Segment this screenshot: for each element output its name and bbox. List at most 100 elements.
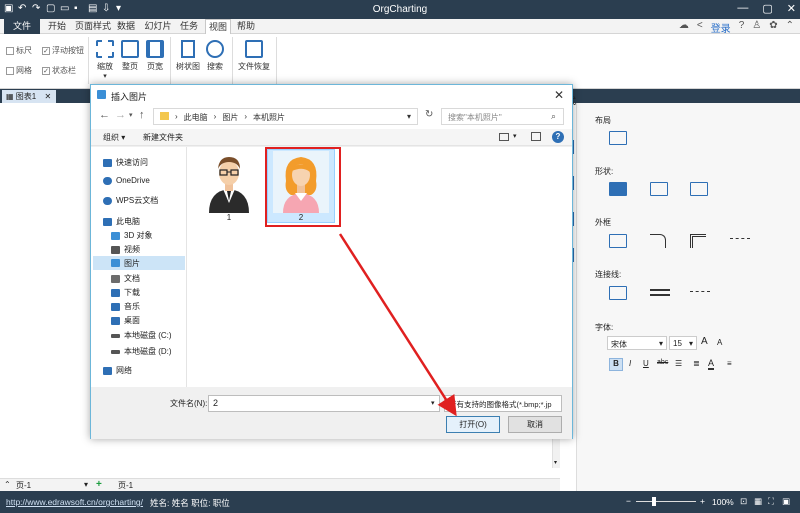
font-shrink-icon[interactable]: A [717, 338, 722, 347]
checkbox-box[interactable]: ✓ [42, 46, 50, 55]
share-icon[interactable]: < [697, 20, 703, 35]
connector-color-icon[interactable] [609, 286, 627, 300]
fullscreen-icon[interactable]: ⛶ [768, 496, 774, 507]
sidebar-item-music[interactable]: 音乐 [111, 301, 140, 312]
add-page-icon[interactable]: + [96, 479, 102, 490]
sidebar-item-quick-access[interactable]: 快速访问 [103, 157, 148, 168]
doc-tab[interactable]: ▦ 图表1 ✕ [2, 90, 56, 103]
filetype-select[interactable]: 所有支持的图像格式(*.bmp;*.jp [444, 395, 562, 412]
corner-round-icon[interactable] [650, 234, 666, 248]
zoom-in-icon[interactable]: + [700, 496, 705, 506]
close-icon[interactable]: ✕ [787, 2, 796, 15]
zoom-slider-track[interactable] [636, 501, 696, 502]
maximize-icon[interactable]: ▢ [762, 2, 772, 15]
tab-data[interactable]: 数据 [114, 19, 138, 34]
list-icon[interactable]: ☰ [675, 359, 682, 368]
current-page-select[interactable]: 页-1 [16, 480, 31, 491]
sidebar-item-drive-d[interactable]: 本地磁盘 (D:) [111, 346, 172, 357]
font-family-select[interactable]: 宋体 ▾ [607, 336, 667, 350]
image-icon[interactable] [690, 182, 708, 196]
view-options-icon[interactable] [499, 133, 509, 141]
forward-icon[interactable]: → [115, 109, 126, 121]
doc-tab-close-icon[interactable]: ✕ [44, 92, 51, 101]
file-item[interactable]: 1 [201, 151, 257, 222]
zoom-slider-thumb[interactable] [652, 497, 656, 506]
scroll-down-icon[interactable]: ▾ [554, 459, 560, 468]
sidebar-item-3d-objects[interactable]: 3D 对象 [111, 230, 152, 241]
preview-pane-icon[interactable] [531, 132, 541, 141]
up-icon[interactable]: ↑ [139, 109, 145, 121]
minimize-icon[interactable]: — [737, 2, 748, 15]
checkbox-ruler[interactable]: 标尺 [6, 45, 32, 56]
organize-button[interactable]: 组织 ▾ [103, 132, 125, 143]
palette-icon[interactable]: ✿ [769, 20, 777, 35]
website-link[interactable]: http://www.edrawsoft.cn/orgcharting/ [6, 497, 143, 507]
cancel-button[interactable]: 取消 [508, 416, 562, 433]
page-width-button[interactable]: 页宽 [142, 40, 168, 72]
cloud-icon[interactable]: ☁ [679, 20, 689, 35]
filename-input[interactable]: 2 [208, 395, 440, 412]
font-color-icon[interactable]: A [708, 358, 715, 370]
breadcrumb-this-pc[interactable]: 此电脑 [184, 112, 208, 122]
tab-page-style[interactable]: 页面样式 [74, 19, 112, 34]
chevron-down-icon[interactable]: ▾ [513, 132, 517, 140]
underline-button[interactable]: U [643, 359, 649, 368]
tab-slides[interactable]: 幻灯片 [142, 19, 174, 34]
checkbox-floating-button[interactable]: ✓ 浮动按钮 [42, 45, 84, 56]
help-icon[interactable]: ? [739, 20, 745, 35]
page-tab[interactable]: 页-1 [118, 480, 133, 491]
checkbox-status-bar[interactable]: ✓ 状态栏 [42, 65, 76, 76]
font-size-select[interactable]: 15 ▾ [669, 336, 697, 350]
search-input[interactable]: 搜索"本机照片" [441, 108, 564, 125]
strikethrough-button[interactable]: abc [657, 359, 668, 366]
checkbox-box[interactable]: ✓ [42, 66, 50, 75]
breadcrumb-local-photos[interactable]: 本机照片 [253, 112, 285, 122]
checkbox-box[interactable] [6, 66, 14, 75]
tab-file[interactable]: 文件 [4, 19, 40, 34]
sidebar-item-desktop[interactable]: 桌面 [111, 315, 140, 326]
connector-weight-icon[interactable] [650, 289, 670, 291]
zoom-button[interactable]: 缩放 ▾ [92, 40, 118, 80]
page-nav-up-icon[interactable]: ⌃ [4, 480, 11, 489]
tab-view[interactable]: 视图 [205, 19, 231, 35]
back-icon[interactable]: ← [99, 109, 110, 121]
collapse-icon[interactable]: ⌃ [786, 20, 794, 35]
italic-button[interactable]: I [629, 359, 631, 368]
text-align-icon[interactable]: ≡ [727, 359, 732, 368]
zoom-dropdown-icon[interactable]: ▾ [92, 72, 118, 80]
grid-icon[interactable]: ▦ [754, 496, 762, 507]
fit-icon[interactable]: ⊡ [740, 496, 747, 507]
search-button[interactable]: 搜索 [202, 40, 228, 72]
tab-help[interactable]: 帮助 [234, 19, 258, 34]
chevron-down-icon[interactable]: ▾ [407, 112, 411, 121]
tree-view-button[interactable]: 树状图 [175, 40, 201, 72]
sidebar-item-wps-cloud[interactable]: WPS云文档 [103, 195, 158, 206]
sidebar-item-this-pc[interactable]: 此电脑 [103, 216, 140, 227]
panel-toggle-icon[interactable]: ▣ [782, 496, 790, 507]
dialog-close-icon[interactable]: ✕ [554, 88, 564, 102]
bullet-icon[interactable]: ≣ [693, 359, 700, 368]
checkbox-box[interactable] [6, 46, 14, 55]
new-folder-button[interactable]: 新建文件夹 [143, 132, 183, 143]
tab-home[interactable]: 开始 [44, 19, 70, 34]
page-dropdown-icon[interactable]: ▾ [84, 480, 88, 489]
sidebar-item-onedrive[interactable]: OneDrive [103, 176, 150, 185]
tab-tasks[interactable]: 任务 [177, 19, 201, 34]
sidebar-item-network[interactable]: 网络 [103, 365, 132, 376]
font-grow-icon[interactable]: A [701, 336, 708, 347]
address-bar[interactable]: › 此电脑 › 图片 › 本机照片 ▾ [153, 108, 418, 125]
chevron-down-icon[interactable]: ▾ [431, 399, 435, 407]
sidebar-item-downloads[interactable]: 下载 [111, 287, 140, 298]
sidebar-item-videos[interactable]: 视频 [111, 244, 140, 255]
border-weight-icon[interactable] [690, 234, 706, 248]
recent-locations-icon[interactable]: ▾ [129, 111, 133, 119]
sidebar-item-documents[interactable]: 文档 [111, 273, 140, 284]
sidebar-item-pictures[interactable]: 图片 [93, 256, 185, 270]
border-dash-icon[interactable] [730, 238, 750, 239]
bold-button[interactable]: B [609, 358, 623, 371]
layout-icon[interactable] [609, 131, 627, 145]
breadcrumb-pictures[interactable]: 图片 [222, 112, 238, 122]
sidebar-item-drive-c[interactable]: 本地磁盘 (C:) [111, 330, 172, 341]
zoom-out-icon[interactable]: − [626, 496, 631, 506]
fit-page-button[interactable]: 整页 [117, 40, 143, 72]
